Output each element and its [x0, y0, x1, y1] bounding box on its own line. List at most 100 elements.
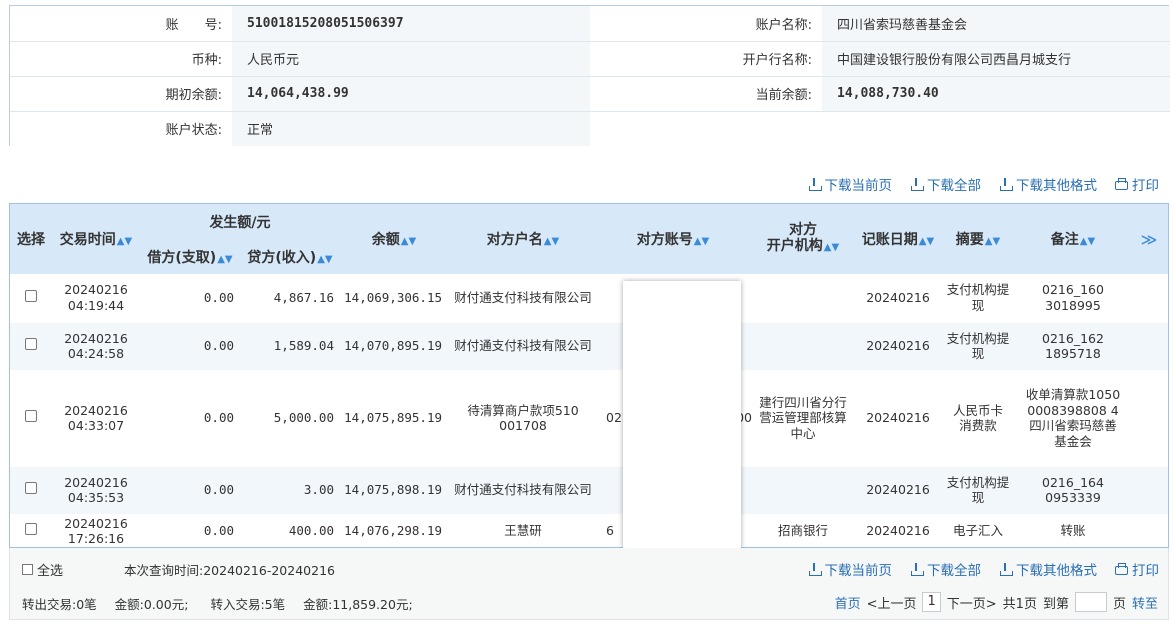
header-balance[interactable]: 余额▲▼	[340, 204, 448, 274]
cell-time: 20240216 04:24:58	[52, 322, 140, 371]
cell-spacer	[1128, 514, 1168, 547]
header-counterparty-bank[interactable]: 对方 开户机构▲▼	[748, 204, 858, 274]
sort-icon: ▲▼	[918, 236, 935, 247]
prev-page-link[interactable]: <上一页	[867, 593, 917, 612]
download-other-button[interactable]: 下载其他格式	[999, 174, 1097, 194]
row-checkbox[interactable]	[25, 410, 37, 423]
header-time[interactable]: 交易时间▲▼	[52, 204, 140, 274]
cell-summary: 人民币卡消费款	[938, 370, 1018, 467]
row-select[interactable]	[10, 370, 52, 467]
row-select[interactable]	[10, 466, 52, 515]
cell-time: 20240216 04:19:44	[52, 274, 140, 323]
cell-counterparty-name: 王慧研	[448, 514, 598, 547]
cell-remark: 0216_1603018995	[1018, 274, 1128, 323]
cell-remark: 收单清算款10500008398808 4四川省索玛慈善基金会	[1018, 370, 1128, 467]
download-page-button[interactable]: 下载当前页	[808, 559, 893, 579]
row-select[interactable]	[10, 514, 52, 547]
download-page-label: 下载当前页	[824, 178, 893, 194]
header-select: 选择	[10, 204, 52, 274]
download-other-button[interactable]: 下载其他格式	[999, 559, 1097, 579]
cell-debit: 0.00	[140, 466, 240, 515]
header-remark[interactable]: 备注▲▼	[1018, 204, 1128, 274]
cell-counterparty-name: 财付通支付科技有限公司	[448, 322, 598, 371]
sort-icon: ▲▼	[984, 236, 1001, 247]
total-pages: 共1页	[1002, 596, 1037, 612]
row-select[interactable]	[10, 322, 52, 371]
current-balance-value: 14,088,730.40	[822, 76, 1170, 112]
cell-date: 20240216	[64, 330, 128, 346]
table-row: 20240216 04:19:44 0.00 4,867.16 14,069,30…	[10, 274, 1168, 323]
cell-counterparty-name: 财付通支付科技有限公司	[448, 274, 598, 323]
row-checkbox[interactable]	[25, 482, 37, 495]
account-prefix: 02	[606, 410, 622, 426]
table-row: 20240216 17:26:16 0.00 400.00 14,076,298.…	[10, 514, 1168, 547]
download-icon	[808, 177, 822, 191]
cell-balance: 14,075,895.19	[340, 370, 448, 467]
table-row: 20240216 04:24:58 0.00 1,589.04 14,070,89…	[10, 322, 1168, 371]
transaction-summary: 转出交易:0笔 金额:0.00元; 转入交易:5笔 金额:11,859.20元;	[22, 594, 413, 613]
print-button[interactable]: 打印	[1115, 559, 1159, 579]
cell-debit: 0.00	[140, 274, 240, 323]
pagination: 首页 <上一页 1 下一页> 共1页 到第 页 转至	[835, 592, 1158, 612]
cell-credit: 1,589.04	[240, 322, 340, 371]
cell-book-date: 20240216	[858, 514, 938, 547]
print-label: 打印	[1132, 563, 1159, 579]
header-counterparty-name-label: 对方户名	[486, 232, 543, 248]
cell-credit: 400.00	[240, 514, 340, 547]
header-credit-label: 贷方(收入)	[247, 250, 317, 266]
currency-value: 人民币元	[232, 41, 590, 77]
goto-button[interactable]: 转至	[1132, 593, 1158, 612]
more-columns-button[interactable]: ≫	[1128, 204, 1168, 274]
cell-counterparty-bank	[748, 274, 858, 323]
table-row: 20240216 04:33:07 0.00 5,000.00 14,075,89…	[10, 370, 1168, 467]
cell-book-date: 20240216	[858, 370, 938, 467]
first-page-link[interactable]: 首页	[835, 593, 861, 612]
cell-counterparty-name: 待清算商户款项510001708	[448, 370, 598, 467]
header-debit[interactable]: 借方(支取)▲▼	[140, 240, 240, 274]
header-book-date[interactable]: 记账日期▲▼	[858, 204, 938, 274]
cell-remark: 0216_1621895718	[1018, 322, 1128, 371]
download-page-label: 下载当前页	[824, 563, 893, 579]
cell-date: 20240216	[64, 282, 128, 298]
out-count: 转出交易:0笔	[22, 597, 97, 612]
header-counterparty-account[interactable]: 对方账号▲▼	[598, 204, 748, 274]
header-summary[interactable]: 摘要▲▼	[938, 204, 1018, 274]
header-counterparty-name[interactable]: 对方户名▲▼	[448, 204, 598, 274]
download-icon	[999, 562, 1013, 576]
sort-icon: ▲▼	[217, 254, 233, 265]
select-all-checkbox[interactable]: 全选	[22, 560, 63, 579]
header-balance-label: 余额	[371, 232, 400, 248]
out-amount: 金额:0.00元;	[114, 597, 189, 612]
cell-summary: 支付机构提现	[938, 274, 1018, 323]
empty-cell	[590, 111, 822, 146]
row-checkbox[interactable]	[25, 523, 37, 536]
next-page-link[interactable]: 下一页>	[947, 593, 997, 612]
opening-balance-value: 14,064,438.99	[232, 76, 590, 112]
cell-date: 20240216	[64, 402, 128, 418]
header-credit[interactable]: 贷方(收入)▲▼	[240, 240, 340, 274]
row-checkbox[interactable]	[25, 290, 37, 302]
cell-time: 20240216 17:26:16	[52, 514, 140, 547]
download-all-button[interactable]: 下载全部	[910, 559, 981, 579]
goto-suffix: 页	[1112, 596, 1126, 612]
cell-credit: 5,000.00	[240, 370, 340, 467]
in-amount: 金额:11,859.20元;	[303, 597, 413, 612]
account-no-value: 51001815208051506397	[232, 6, 590, 42]
goto-page-input[interactable]	[1074, 592, 1107, 612]
printer-icon	[1115, 562, 1128, 575]
bank-value: 中国建设银行股份有限公司西昌月城支行	[822, 41, 1170, 77]
row-select[interactable]	[10, 274, 52, 323]
download-icon	[808, 562, 822, 576]
double-chevron-right-icon: ≫	[1140, 229, 1158, 249]
checkbox-box[interactable]	[22, 564, 33, 575]
transaction-table: 选择 交易时间▲▼ 发生额/元 余额▲▼ 对方户名▲▼ 对方账号▲▼ 对方 开户…	[9, 203, 1169, 548]
download-page-button[interactable]: 下载当前页	[808, 174, 893, 194]
cell-counterparty-bank	[748, 466, 858, 515]
print-button[interactable]: 打印	[1115, 174, 1159, 194]
download-all-button[interactable]: 下载全部	[910, 174, 981, 194]
cell-balance: 14,070,895.19	[340, 322, 448, 371]
cell-debit: 0.00	[140, 322, 240, 371]
cell-counterparty-bank: 招商银行	[748, 514, 858, 547]
row-checkbox[interactable]	[25, 338, 37, 351]
cell-book-date: 20240216	[858, 274, 938, 323]
